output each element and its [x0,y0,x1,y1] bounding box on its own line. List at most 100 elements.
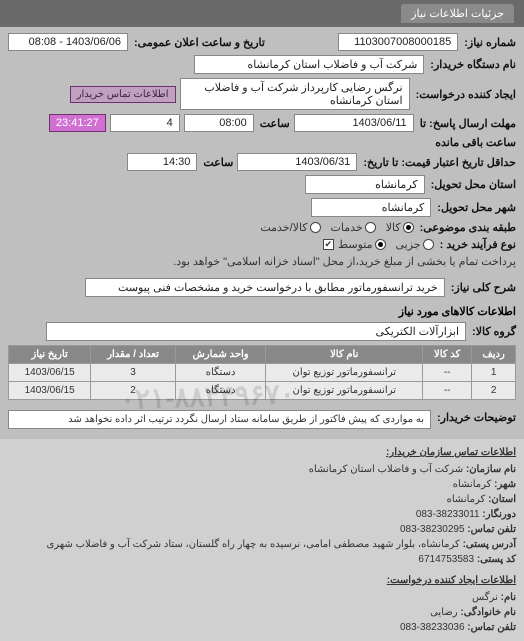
table-header-row: ردیف کد کالا نام کالا واحد شمارش تعداد /… [9,346,516,364]
radio-motavaset-input[interactable] [375,239,386,250]
desc-field: خرید ترانسفورماتور مطابق با درخواست خرید… [85,278,445,297]
col-date: تاریخ نیاز [9,346,91,364]
creator-tel-v: 38233036-083 [400,622,465,633]
buyer-contact-section: اطلاعات تماس سازمان خریدار: نام سازمان: … [0,439,524,641]
city-k: شهر: [494,479,516,490]
post-k: کد پستی: [477,554,516,565]
deadline-time-field: 08:00 [184,114,254,132]
cell-name: ترانسفورماتور توزیع توان [266,382,423,400]
deadline-time-label: ساعت [260,117,290,130]
cell-unit: دستگاه [175,364,266,382]
addr-v: کرمانشاه، بلوار شهید مصطفی امامی، نرسیده… [46,539,459,550]
req-no-label: شماره نیاز: [464,36,516,49]
buyer-contact-header: اطلاعات تماس سازمان خریدار: [8,445,516,460]
creator-tel-k: تلفن تماس: [467,622,516,633]
col-idx: ردیف [472,346,516,364]
tel-k: تلفن تماس: [467,524,516,535]
validity-time-field: 14:30 [127,153,197,171]
goods-group-label: گروه کالا: [472,325,516,338]
fax-k: دورنگار: [482,509,516,520]
radio-khadamat[interactable]: خدمات [331,221,376,234]
cell-unit: دستگاه [175,382,266,400]
col-unit: واحد شمارش [175,346,266,364]
req-no-field: 1103007008000185 [338,33,458,51]
goods-table: ردیف کد کالا نام کالا واحد شمارش تعداد /… [8,345,516,400]
prov-k: استان: [488,494,516,505]
radio-khadamat-label: خدمات [331,221,363,234]
buy-process-radios: جزیی متوسط [338,238,434,251]
cell-code: -- [423,382,472,400]
radio-kala-label: کالا [386,221,401,234]
city-v: کرمانشاه [453,479,492,490]
province-label: استان محل تحویل: [431,178,516,191]
goods-group-field: ابزارآلات الکتریکی [46,322,466,341]
cell-qty: 2 [91,382,176,400]
radio-jozi[interactable]: جزیی [396,238,434,251]
col-code: کد کالا [423,346,472,364]
buyer-note-label: توضیحات خریدار: [437,411,516,424]
lname-v: رضایی [430,607,458,618]
buyer-note-field: به مواردی که پیش فاکتور از طریق سامانه س… [8,410,431,429]
radio-kala[interactable]: کالا [386,221,414,234]
cell-date: 1403/06/15 [9,382,91,400]
buyer-contact-button[interactable]: اطلاعات تماس خریدار [70,86,176,103]
prov-v: کرمانشاه [447,494,486,505]
org-k: نام سازمان: [466,464,516,475]
table-row: 2 -- ترانسفورماتور توزیع توان دستگاه 2 1… [9,382,516,400]
announce-date-field: 1403/06/06 - 08:08 [8,33,128,51]
validity-date-field: 1403/06/31 [237,153,357,171]
radio-khadamat-input[interactable] [365,222,376,233]
subject-type-label: طبقه بندی موضوعی: [420,221,516,234]
cell-idx: 2 [472,382,516,400]
treasury-checkbox[interactable] [323,239,334,250]
goods-section-title: اطلاعات کالاهای مورد نیاز [8,305,516,318]
validity-time-label: ساعت [203,156,233,169]
cell-code: -- [423,364,472,382]
city-field: کرمانشاه [311,198,431,217]
creator-field: نرگس رضایی کارپرداز شرکت آب و فاضلاب است… [180,78,410,110]
name-v: نرگس [472,592,498,603]
col-qty: تعداد / مقدار [91,346,176,364]
radio-kalakhadamat[interactable]: کالا/خدمت [260,221,320,234]
radio-motavaset-label: متوسط [338,238,373,251]
tel-v: 38230295-083 [400,524,465,535]
radio-motavaset[interactable]: متوسط [338,238,386,251]
radio-kalakhadamat-label: کالا/خدمت [260,221,307,234]
radio-kala-input[interactable] [403,222,414,233]
countdown-field: 23:41:27 [49,114,106,132]
radio-jozi-input[interactable] [423,239,434,250]
buyer-org-field: شرکت آب و فاضلاب استان کرمانشاه [194,55,424,74]
desc-label: شرح کلی نیاز: [451,281,516,294]
announce-date-label: تاریخ و ساعت اعلان عمومی: [134,36,265,49]
creator-label: ایجاد کننده درخواست: [416,88,516,101]
name-k: نام: [501,592,516,603]
buy-process-label: نوع فرآیند خرید : [440,238,516,251]
cell-date: 1403/06/15 [9,364,91,382]
lname-k: نام خانوادگی: [460,607,516,618]
details-panel: شماره نیاز: 1103007008000185 تاریخ و ساع… [0,27,524,439]
cell-idx: 1 [472,364,516,382]
deadline-label: مهلت ارسال پاسخ: تا [420,117,516,130]
deadline-date-field: 1403/06/11 [294,114,414,132]
subject-type-radios: کالا خدمات کالا/خدمت [260,221,413,234]
validity-label: حداقل تاریخ اعتبار قیمت: تا تاریخ: [363,156,516,169]
col-name: نام کالا [266,346,423,364]
addr-k: آدرس پستی: [463,539,516,550]
cell-name: ترانسفورماتور توزیع توان [266,364,423,382]
remain-label: ساعت باقی مانده [435,136,516,149]
province-field: کرمانشاه [305,175,425,194]
org-v: شرکت آب و فاضلاب استان کرمانشاه [309,464,463,475]
radio-jozi-label: جزیی [396,238,421,251]
table-row: 1 -- ترانسفورماتور توزیع توان دستگاه 3 1… [9,364,516,382]
days-remain-field: 4 [110,114,180,132]
radio-kalakhadamat-input[interactable] [310,222,321,233]
creator-contact-header: اطلاعات ایجاد کننده درخواست: [8,573,516,588]
tab-bar: جزئیات اطلاعات نیاز [0,0,524,27]
buy-process-note: پرداخت تمام یا بخشی از مبلغ خرید،از محل … [173,255,516,268]
city-label: شهر محل تحویل: [437,201,516,214]
post-v: 6714753583 [418,554,474,565]
buyer-org-label: نام دستگاه خریدار: [430,58,516,71]
cell-qty: 3 [91,364,176,382]
tab-details[interactable]: جزئیات اطلاعات نیاز [401,4,514,23]
fax-v: 38233011-083 [416,509,480,520]
